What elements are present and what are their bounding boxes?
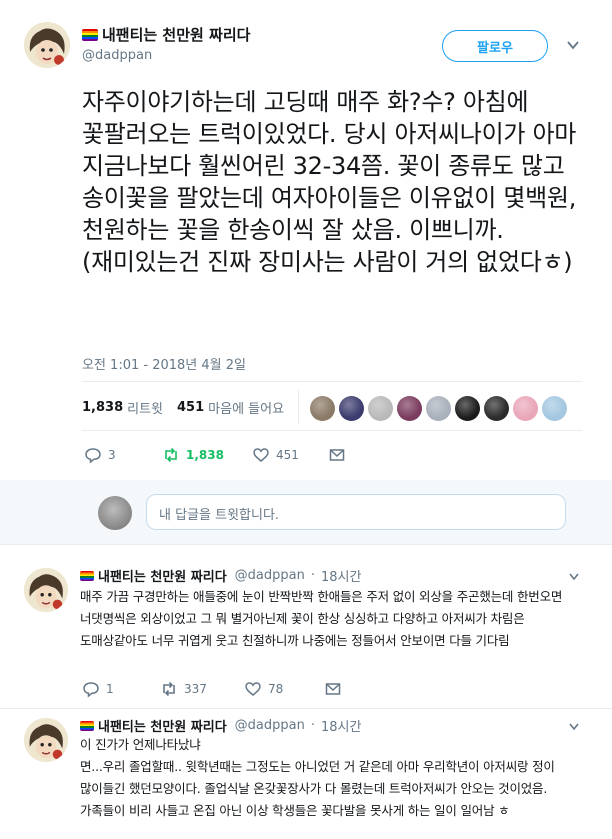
reply-time[interactable]: 18시간 xyxy=(321,566,361,585)
liker-avatar[interactable] xyxy=(368,396,393,421)
like-count: 78 xyxy=(268,682,284,696)
message-action[interactable] xyxy=(328,446,346,464)
retweet-count: 337 xyxy=(184,682,207,696)
liker-avatar[interactable] xyxy=(484,396,509,421)
liker-avatars xyxy=(310,396,567,421)
like-label[interactable]: 마음에 들어요 xyxy=(208,398,284,417)
like-action[interactable]: 451 xyxy=(252,446,328,464)
tweet-timestamp[interactable]: 오전 1:01 - 2018년 4월 2일 xyxy=(82,354,246,373)
heart-icon xyxy=(245,682,261,696)
separator: · xyxy=(310,568,315,583)
avatar-illustration xyxy=(24,568,68,612)
chevron-down-icon[interactable] xyxy=(568,570,580,582)
envelope-icon xyxy=(329,449,345,461)
reply-header: 내팬티는 천만원 짜리다 @dadppan · 18시간 xyxy=(80,566,361,585)
reply-text-line: 이 진가가 언제나타났냐 xyxy=(80,737,201,752)
retweet-action[interactable]: 1,838 xyxy=(162,446,246,464)
reply-text: 면...우리 졸업할때.. 윗학년때는 그정도는 아니었던 거 같은데 아마 우… xyxy=(80,759,555,818)
divider xyxy=(0,544,612,545)
liker-avatar[interactable] xyxy=(339,396,364,421)
avatar[interactable] xyxy=(24,718,68,762)
chevron-down-icon[interactable] xyxy=(568,720,580,732)
current-user-avatar xyxy=(98,496,132,530)
reply-composer: 내 답글을 트윗합니다. xyxy=(0,480,612,544)
divider xyxy=(82,381,582,382)
rainbow-flag-icon xyxy=(80,720,94,731)
liker-avatar[interactable] xyxy=(513,396,538,421)
liker-avatar[interactable] xyxy=(397,396,422,421)
separator: · xyxy=(310,718,315,733)
retweet-count[interactable]: 1,838 xyxy=(82,400,123,415)
liker-avatar[interactable] xyxy=(310,396,335,421)
heart-icon xyxy=(253,448,269,462)
reply-tweet[interactable]: 내팬티는 천만원 짜리다 @dadppan · 18시간 이 진가가 언제나타났… xyxy=(0,716,612,839)
avatar[interactable] xyxy=(24,568,68,612)
liker-avatar[interactable] xyxy=(542,396,567,421)
reply-icon xyxy=(85,448,101,464)
retweet-icon xyxy=(165,447,177,463)
reply-time[interactable]: 18시간 xyxy=(321,716,361,735)
rainbow-flag-icon xyxy=(82,28,98,41)
engagement-stats: 1,838 리트윗 451 마음에 들어요 xyxy=(82,398,284,417)
display-name[interactable]: 내팬티는 천만원 짜리다 xyxy=(102,24,250,45)
reply-input[interactable]: 내 답글을 트윗합니다. xyxy=(146,494,566,530)
tweet-actions: 3 1,838 451 xyxy=(84,446,346,464)
divider xyxy=(0,708,612,709)
retweet-icon xyxy=(163,681,175,697)
display-name[interactable]: 내팬티는 천만원 짜리다 xyxy=(98,566,227,585)
reply-action[interactable]: 1 xyxy=(82,680,160,698)
user-handle[interactable]: @dadppan xyxy=(235,568,305,583)
avatar[interactable] xyxy=(24,22,70,68)
rainbow-flag-icon xyxy=(80,570,94,581)
chevron-down-icon[interactable] xyxy=(566,38,580,52)
display-name[interactable]: 내팬티는 천만원 짜리다 xyxy=(98,716,227,735)
reply-tweet[interactable]: 내팬티는 천만원 짜리다 @dadppan · 18시간 매주 가끔 구경만하는… xyxy=(0,566,612,712)
main-tweet: 내팬티는 천만원 짜리다 @dadppan 팔로우 자주이야기하는데 고딩때 매… xyxy=(0,0,612,470)
reply-action[interactable]: 3 xyxy=(84,446,162,464)
like-count[interactable]: 451 xyxy=(177,400,204,415)
retweet-action[interactable]: 337 xyxy=(160,680,244,698)
reply-header: 내팬티는 천만원 짜리다 @dadppan · 18시간 xyxy=(80,716,361,735)
reply-count: 1 xyxy=(106,682,114,696)
message-action[interactable] xyxy=(324,680,342,698)
avatar-illustration xyxy=(24,718,68,762)
reply-count: 3 xyxy=(108,448,116,462)
liker-avatar[interactable] xyxy=(426,396,451,421)
user-handle[interactable]: @dadppan xyxy=(82,48,152,63)
tweet-text: 자주이야기하는데 고딩때 매주 화?수? 아침에 꽃팔러오는 트럭이있었다. 당… xyxy=(82,88,577,276)
avatar-illustration xyxy=(24,22,70,68)
reply-icon xyxy=(83,682,99,698)
divider xyxy=(298,390,299,424)
like-action[interactable]: 78 xyxy=(244,680,324,698)
like-count: 451 xyxy=(276,448,299,462)
retweet-count: 1,838 xyxy=(186,448,224,462)
envelope-icon xyxy=(325,683,341,695)
follow-button[interactable]: 팔로우 xyxy=(442,30,548,62)
tweet-actions: 1 337 78 xyxy=(82,680,342,698)
divider xyxy=(82,430,582,431)
user-handle[interactable]: @dadppan xyxy=(235,718,305,733)
author-name-row[interactable]: 내팬티는 천만원 짜리다 xyxy=(82,24,250,45)
reply-text: 매주 가끔 구경만하는 애들중에 눈이 반짝반짝 한애들은 주저 없이 외상을 … xyxy=(80,589,563,648)
liker-avatar[interactable] xyxy=(455,396,480,421)
retweet-label[interactable]: 리트윗 xyxy=(127,398,163,417)
